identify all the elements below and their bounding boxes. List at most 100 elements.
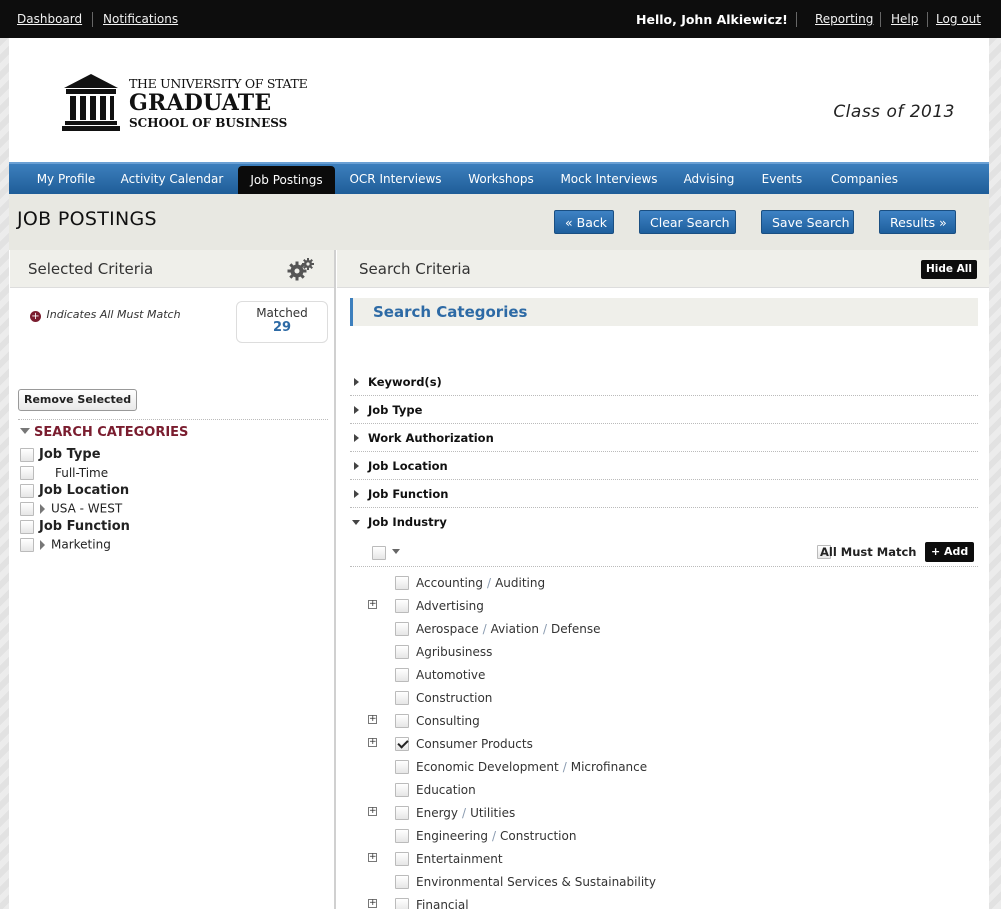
section-keywords[interactable]: Keyword(s) (350, 368, 978, 396)
industry-row[interactable]: + Energy / Utilities (350, 802, 978, 825)
reporting-link[interactable]: Reporting (815, 12, 873, 26)
industry-row[interactable]: Agribusiness (350, 641, 978, 664)
industry-row[interactable]: Aerospace / Aviation / Defense (350, 618, 978, 641)
industry-row[interactable]: Automotive (350, 664, 978, 687)
separator-slash: / (542, 622, 547, 636)
criteria-full-time[interactable]: Full-Time (20, 465, 108, 483)
expand-plus-icon[interactable]: + (368, 600, 377, 609)
expand-arrow-icon (354, 378, 359, 386)
expand-plus-icon[interactable]: + (368, 807, 377, 816)
save-search-button[interactable]: Save Search (761, 210, 854, 234)
industry-label-part: Engineering (416, 829, 488, 843)
expand-plus-icon[interactable]: + (368, 738, 377, 747)
add-button[interactable]: + Add (925, 542, 975, 562)
industry-checkbox[interactable] (395, 829, 409, 843)
industry-row[interactable]: Education (350, 779, 978, 802)
industry-checkbox[interactable] (395, 875, 409, 889)
back-button[interactable]: « Back (554, 210, 614, 234)
expand-plus-icon[interactable]: + (368, 853, 377, 862)
section-job-location[interactable]: Job Location (350, 452, 978, 480)
industry-checkbox[interactable] (395, 737, 409, 751)
criteria-job-type[interactable]: Job Type (20, 447, 101, 465)
industry-label: Education (416, 783, 476, 797)
matched-label: Matched (256, 306, 308, 320)
chevron-down-icon[interactable] (392, 549, 400, 554)
industry-row[interactable]: + Consulting (350, 710, 978, 733)
nav-my-profile[interactable]: My Profile (29, 164, 103, 194)
industry-checkbox[interactable] (395, 852, 409, 866)
hide-all-button[interactable]: Hide All (920, 260, 977, 279)
criteria-job-location[interactable]: Job Location (20, 483, 129, 501)
dashboard-link[interactable]: Dashboard (17, 12, 82, 26)
help-link[interactable]: Help (891, 12, 918, 26)
site-header: THE UNIVERSITY OF STATE GRADUATE SCHOOL … (9, 38, 989, 162)
panel-title: Selected Criteria (28, 260, 154, 278)
industry-checkbox[interactable] (395, 714, 409, 728)
industry-checkbox[interactable] (395, 599, 409, 613)
industry-label-part: Environmental Services & Sustainability (416, 875, 656, 889)
checkbox[interactable] (20, 501, 34, 516)
expand-plus-icon[interactable]: + (368, 715, 377, 724)
remove-selected-button[interactable]: Remove Selected (18, 389, 138, 411)
industry-row[interactable]: + Entertainment (350, 848, 978, 871)
checkbox[interactable] (20, 483, 34, 498)
criteria-job-function[interactable]: Job Function (20, 519, 130, 537)
industry-row[interactable]: Accounting / Auditing (350, 572, 978, 595)
industry-checkbox[interactable] (395, 760, 409, 774)
expand-plus-icon[interactable]: + (368, 899, 377, 908)
nav-ocr-interviews[interactable]: OCR Interviews (347, 164, 444, 194)
industry-checkbox[interactable] (395, 806, 409, 820)
expand-arrow-icon (354, 462, 359, 470)
matched-count[interactable]: 29 (237, 320, 327, 335)
checkbox[interactable] (20, 537, 34, 552)
checkbox[interactable] (20, 519, 34, 534)
nav-workshops[interactable]: Workshops (463, 164, 539, 194)
industry-label-part: Microfinance (570, 760, 648, 774)
settings-gear-icon[interactable] (286, 257, 316, 281)
industry-row[interactable]: + Financial (350, 894, 978, 909)
top-bar: Dashboard Notifications Hello, John Alki… (0, 0, 1001, 38)
nav-activity-calendar[interactable]: Activity Calendar (117, 164, 227, 194)
section-work-authorization[interactable]: Work Authorization (350, 424, 978, 452)
section-label: Job Location (368, 459, 448, 473)
divider (796, 12, 797, 27)
search-categories-header[interactable]: SEARCH CATEGORIES (20, 425, 188, 440)
industry-row[interactable]: Environmental Services & Sustainability (350, 871, 978, 894)
expand-arrow-icon[interactable] (40, 503, 45, 514)
expand-arrow-icon (354, 490, 359, 498)
school-logo[interactable]: THE UNIVERSITY OF STATE GRADUATE SCHOOL … (129, 76, 308, 130)
industry-checkbox[interactable] (395, 622, 409, 636)
industry-checkbox[interactable] (395, 898, 409, 909)
industry-checkbox[interactable] (395, 645, 409, 659)
industry-row[interactable]: Construction (350, 687, 978, 710)
industry-toolbar: All Must Match + Add (350, 539, 978, 567)
criteria-marketing[interactable]: Marketing (20, 537, 111, 555)
nav-mock-interviews[interactable]: Mock Interviews (558, 164, 660, 194)
industry-row[interactable]: Engineering / Construction (350, 825, 978, 848)
section-job-type[interactable]: Job Type (350, 396, 978, 424)
clear-search-button[interactable]: Clear Search (639, 210, 736, 234)
criteria-usa-west[interactable]: USA - WEST (20, 501, 122, 519)
industry-row[interactable]: Economic Development / Microfinance (350, 756, 978, 779)
section-job-industry[interactable]: Job Industry (350, 508, 978, 536)
notifications-link[interactable]: Notifications (103, 12, 178, 26)
criteria-label: Full-Time (55, 465, 109, 480)
nav-events[interactable]: Events (760, 164, 804, 194)
industry-checkbox[interactable] (395, 668, 409, 682)
expand-arrow-icon[interactable] (40, 539, 45, 550)
checkbox[interactable] (20, 465, 34, 480)
industry-row[interactable]: + Advertising (350, 595, 978, 618)
checkbox[interactable] (20, 447, 34, 462)
industry-checkbox[interactable] (395, 576, 409, 590)
expand-arrow-icon (354, 406, 359, 414)
nav-advising[interactable]: Advising (680, 164, 738, 194)
section-job-function[interactable]: Job Function (350, 480, 978, 508)
industry-checkbox[interactable] (395, 783, 409, 797)
select-all-checkbox[interactable] (372, 545, 386, 560)
industry-row[interactable]: + Consumer Products (350, 733, 978, 756)
industry-checkbox[interactable] (395, 691, 409, 705)
nav-companies[interactable]: Companies (827, 164, 902, 194)
nav-job-postings[interactable]: Job Postings (238, 166, 335, 194)
results-button[interactable]: Results » (879, 210, 956, 234)
logout-link[interactable]: Log out (936, 12, 981, 26)
